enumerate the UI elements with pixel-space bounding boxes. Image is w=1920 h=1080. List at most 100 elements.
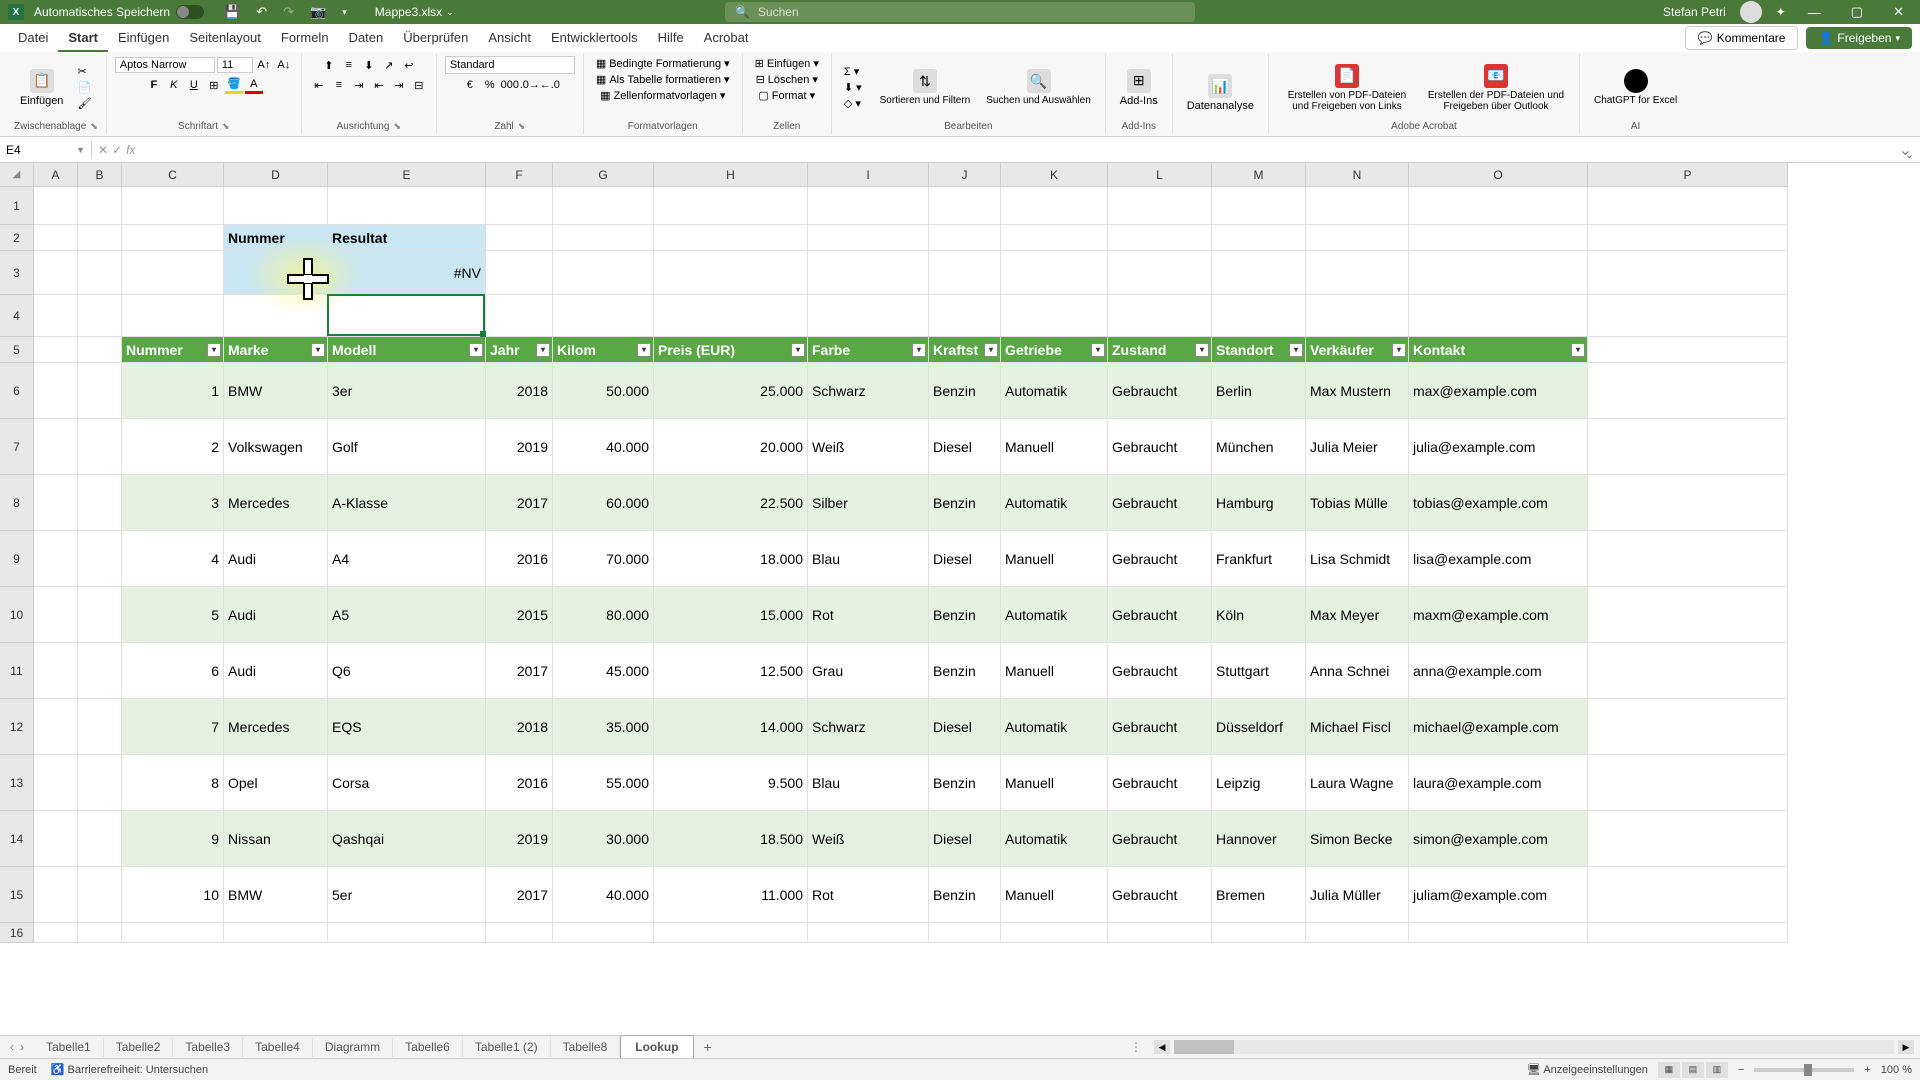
cell[interactable] bbox=[486, 187, 553, 225]
cell[interactable]: Blau bbox=[808, 531, 929, 587]
cell[interactable]: Manuell bbox=[1001, 419, 1108, 475]
cell[interactable] bbox=[654, 923, 808, 943]
tab-acrobat[interactable]: Acrobat bbox=[694, 25, 759, 52]
cell[interactable]: 2018 bbox=[486, 363, 553, 419]
display-settings-button[interactable]: 🖥 Anzeigeeinstellungen bbox=[1527, 1063, 1648, 1076]
cell[interactable] bbox=[929, 923, 1001, 943]
format-as-table-button[interactable]: ▦ Als Tabelle formatieren ▾ bbox=[592, 72, 734, 87]
data-analysis-button[interactable]: 📊 Datenanalyse bbox=[1181, 70, 1260, 116]
currency-icon[interactable]: € bbox=[461, 76, 479, 94]
autosum-icon[interactable]: Σ ▾ bbox=[840, 64, 866, 79]
number-format-input[interactable] bbox=[445, 56, 575, 74]
cell[interactable] bbox=[78, 867, 122, 923]
cell[interactable]: Gebraucht bbox=[1108, 587, 1212, 643]
cell[interactable] bbox=[1212, 187, 1306, 225]
cell[interactable] bbox=[654, 187, 808, 225]
cell[interactable]: Gebraucht bbox=[1108, 867, 1212, 923]
launcher-icon[interactable]: ⬊ bbox=[90, 121, 98, 132]
find-select-button[interactable]: 🔍 Suchen und Auswählen bbox=[980, 65, 1097, 110]
filter-button[interactable]: ▾ bbox=[1289, 343, 1303, 357]
filter-button[interactable]: ▾ bbox=[1195, 343, 1209, 357]
copy-icon[interactable]: 📄 bbox=[73, 80, 95, 95]
addins-button[interactable]: ⊞ Add-Ins bbox=[1114, 65, 1164, 111]
cell[interactable] bbox=[34, 811, 78, 867]
tab-ansicht[interactable]: Ansicht bbox=[478, 25, 541, 52]
cell[interactable]: Anna Schnei bbox=[1306, 643, 1409, 699]
cell[interactable]: 50.000 bbox=[553, 363, 654, 419]
cell[interactable]: Diesel bbox=[929, 699, 1001, 755]
cell[interactable] bbox=[224, 923, 328, 943]
cell[interactable]: Leipzig bbox=[1212, 755, 1306, 811]
cell[interactable] bbox=[1108, 295, 1212, 337]
cell[interactable] bbox=[929, 295, 1001, 337]
cell[interactable] bbox=[1108, 251, 1212, 295]
cell[interactable]: 45.000 bbox=[553, 643, 654, 699]
tab-formeln[interactable]: Formeln bbox=[271, 25, 339, 52]
redo-icon[interactable]: ↷ bbox=[277, 2, 300, 22]
cell[interactable]: Audi bbox=[224, 643, 328, 699]
cell[interactable]: 70.000 bbox=[553, 531, 654, 587]
align-top-icon[interactable]: ⬆ bbox=[320, 56, 338, 74]
save-icon[interactable]: 💾 bbox=[218, 2, 246, 22]
cell[interactable] bbox=[1001, 295, 1108, 337]
cell[interactable]: BMW bbox=[224, 363, 328, 419]
cell[interactable]: A-Klasse bbox=[328, 475, 486, 531]
cell[interactable]: 3 bbox=[122, 475, 224, 531]
cell[interactable] bbox=[78, 923, 122, 943]
cell[interactable]: 2017 bbox=[486, 867, 553, 923]
col-header-G[interactable]: G bbox=[553, 163, 654, 187]
cell[interactable]: Max Meyer bbox=[1306, 587, 1409, 643]
cell[interactable] bbox=[78, 811, 122, 867]
cell[interactable]: max@example.com bbox=[1409, 363, 1588, 419]
cell[interactable] bbox=[1409, 295, 1588, 337]
font-color-icon[interactable]: A bbox=[245, 76, 263, 94]
cell[interactable] bbox=[553, 923, 654, 943]
cell[interactable] bbox=[1306, 295, 1409, 337]
row-header-7[interactable]: 7 bbox=[0, 419, 34, 475]
bold-icon[interactable]: F bbox=[145, 76, 163, 94]
tab-daten[interactable]: Daten bbox=[339, 25, 394, 52]
cell[interactable]: Weiß bbox=[808, 811, 929, 867]
sheet-nav-next-icon[interactable]: › bbox=[20, 1040, 24, 1054]
cell[interactable]: Köln bbox=[1212, 587, 1306, 643]
cell[interactable] bbox=[1306, 923, 1409, 943]
cell[interactable] bbox=[34, 419, 78, 475]
cell[interactable] bbox=[34, 587, 78, 643]
pdf-outlook-button[interactable]: 📧 Erstellen der PDF-Dateien und Freigebe… bbox=[1421, 60, 1571, 116]
cell[interactable]: Nissan bbox=[224, 811, 328, 867]
cell[interactable]: 18.000 bbox=[654, 531, 808, 587]
cell[interactable] bbox=[78, 699, 122, 755]
fill-color-icon[interactable]: 🪣 bbox=[225, 76, 243, 94]
cell[interactable]: Silber bbox=[808, 475, 929, 531]
cell[interactable]: Resultat bbox=[328, 225, 486, 251]
cell[interactable] bbox=[1588, 295, 1788, 337]
comments-button[interactable]: 💬 Kommentare bbox=[1685, 26, 1799, 50]
cell[interactable] bbox=[486, 295, 553, 337]
cell[interactable] bbox=[224, 295, 328, 337]
search-box[interactable]: 🔍 bbox=[725, 2, 1195, 22]
zoom-level[interactable]: 100 % bbox=[1881, 1064, 1912, 1076]
cell[interactable] bbox=[1108, 225, 1212, 251]
cell[interactable] bbox=[1306, 187, 1409, 225]
cell[interactable]: Diesel bbox=[929, 419, 1001, 475]
cell[interactable]: Diesel bbox=[929, 531, 1001, 587]
cell[interactable] bbox=[1212, 295, 1306, 337]
row-header-9[interactable]: 9 bbox=[0, 531, 34, 587]
qat-customize-icon[interactable]: ▾ bbox=[336, 5, 353, 20]
cell[interactable]: EQS bbox=[328, 699, 486, 755]
cell[interactable] bbox=[1001, 251, 1108, 295]
search-input[interactable] bbox=[758, 5, 1185, 19]
cell[interactable]: Jahr▾ bbox=[486, 337, 553, 363]
cell[interactable]: Standort▾ bbox=[1212, 337, 1306, 363]
col-header-B[interactable]: B bbox=[78, 163, 122, 187]
row-header-6[interactable]: 6 bbox=[0, 363, 34, 419]
cell[interactable] bbox=[929, 251, 1001, 295]
cell[interactable] bbox=[553, 295, 654, 337]
tab-datei[interactable]: Datei bbox=[8, 25, 58, 52]
cell[interactable] bbox=[486, 225, 553, 251]
name-box-input[interactable] bbox=[6, 143, 66, 157]
cell[interactable] bbox=[122, 295, 224, 337]
filter-button[interactable]: ▾ bbox=[1571, 343, 1585, 357]
cell[interactable] bbox=[1588, 755, 1788, 811]
cell[interactable]: 1 bbox=[122, 363, 224, 419]
